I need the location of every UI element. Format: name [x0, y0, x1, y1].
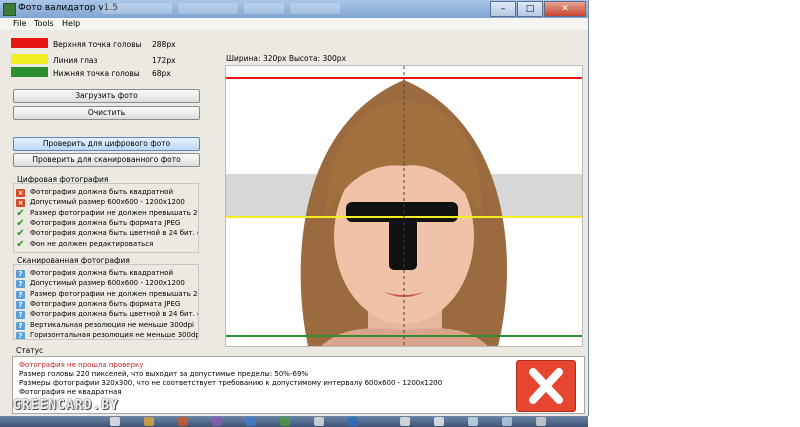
- taskbar-app-icon[interactable]: [110, 417, 120, 426]
- checklist-item-label: Допустимый размер 600x600 - 1200x1200: [30, 279, 185, 288]
- check-scanned-button[interactable]: Проверить для сканированного фото: [13, 153, 200, 167]
- scanned-checklist: ? Фотография должна быть квадратной? Допус…: [13, 264, 199, 340]
- checklist-item: ? Фотография должна быть формата JPEG: [16, 299, 180, 309]
- status-line: Фотография не квадратная: [19, 388, 122, 396]
- question-icon: ?: [16, 290, 25, 299]
- taskbar-app-icon[interactable]: [434, 417, 444, 426]
- checklist-item: × Допустимый размер 600x600 - 1200x1200: [16, 197, 185, 208]
- checklist-item: ? Вертикальная резолюция не меньше 300dpi: [16, 320, 194, 330]
- question-icon: ?: [16, 321, 25, 330]
- checklist-item-label: Фотография должна быть формата JPEG: [30, 299, 181, 308]
- menu-bar: File Tools Help: [0, 18, 588, 30]
- error-x-icon: [516, 360, 576, 412]
- checklist-item-label: Фотография должна быть квадратной: [30, 269, 174, 277]
- checklist-item-label: Горизонтальная резолюция не меньше 300dp…: [30, 330, 199, 339]
- background-tab: [244, 3, 284, 14]
- check-mark-icon: ✔: [16, 207, 25, 219]
- check-mark-icon: ✔: [16, 238, 25, 250]
- checklist-item: ✔ Размер фотографии не должен превышать 2…: [16, 207, 199, 219]
- digital-checklist: × Фотография должна быть квадратной × Допус…: [13, 183, 199, 253]
- fail-x-icon: ×: [16, 199, 25, 208]
- app-window: Фото валидатор v1.5 – □ ✕ File Tools Hel…: [0, 0, 589, 416]
- taskbar-app-icon[interactable]: [468, 417, 478, 426]
- menu-help[interactable]: Help: [62, 19, 80, 28]
- checklist-item-label: Фотография должна быть цветной в 24 бит.…: [30, 310, 198, 319]
- watermark-logo: GREENCARD.BY: [13, 398, 119, 413]
- status-line: Размер головы 220 пикселей, что выходит …: [19, 370, 309, 378]
- legend-swatch-eyes: [11, 54, 48, 64]
- load-photo-button[interactable]: Загрузить фото: [13, 89, 200, 103]
- checklist-item: × Фотография должна быть квадратной: [16, 187, 173, 197]
- legend-label-top: Верхняя точка головы: [53, 40, 142, 49]
- checklist-item-label: Допустимый размер 600x600 - 1200x1200: [30, 198, 185, 207]
- background-tab: [290, 3, 340, 14]
- taskbar-app-icon[interactable]: [400, 417, 410, 426]
- question-icon: ?: [16, 331, 25, 339]
- legend-swatch-bottom: [11, 67, 48, 77]
- redaction-stem: [389, 216, 417, 270]
- legend-label-eyes: Линия глаз: [53, 56, 98, 65]
- taskbar: [0, 416, 588, 427]
- question-icon: ?: [16, 311, 25, 320]
- checklist-item-label: Фотография должна быть формата JPEG: [30, 218, 181, 227]
- taskbar-app-icon[interactable]: [502, 417, 512, 426]
- checklist-item: ? Размер фотографии не должен превышать 2…: [16, 289, 199, 299]
- check-mark-icon: ✔: [16, 228, 25, 240]
- status-line: Размеры фотографии 320x300, что не соотв…: [19, 379, 443, 387]
- title-bar[interactable]: Фото валидатор v1.5 – □ ✕: [0, 0, 588, 18]
- taskbar-app-icon[interactable]: [144, 417, 154, 426]
- status-line: Фотография не прошла проверку: [19, 361, 144, 369]
- background-tab: [102, 3, 172, 14]
- checklist-item: ✔ Фон не должен редактироваться: [16, 239, 153, 249]
- taskbar-app-icon[interactable]: [178, 417, 188, 426]
- taskbar-app-icon[interactable]: [314, 417, 324, 426]
- status-label: Статус: [16, 346, 44, 355]
- taskbar-app-icon[interactable]: [212, 417, 222, 426]
- checklist-item-label: Размер фотографии не должен превышать 24…: [30, 208, 199, 217]
- question-icon: ?: [16, 300, 25, 309]
- background-tab: [178, 3, 238, 14]
- checklist-item: ✔ Фотография должна быть цветной в 24 бит…: [16, 228, 198, 240]
- checklist-item: ? Фотография должна быть квадратной: [16, 268, 173, 278]
- checklist-item: ? Допустимый размер 600x600 - 1200x1200: [16, 278, 185, 289]
- checklist-item: ? Фотография должна быть цветной в 24 бит…: [16, 309, 198, 320]
- legend-value-eyes: 172px: [152, 56, 176, 65]
- taskbar-app-icon[interactable]: [246, 417, 256, 426]
- maximize-button[interactable]: □: [517, 1, 543, 17]
- checklist-item: ? Горизонтальная резолюция не меньше 300d…: [16, 330, 199, 339]
- checklist-item-label: Фон не должен редактироваться: [30, 239, 154, 248]
- taskbar-app-icon[interactable]: [280, 417, 290, 426]
- taskbar-app-icon[interactable]: [348, 417, 358, 426]
- checklist-item-label: Фотография должна быть квадратной: [30, 188, 174, 196]
- minimize-button[interactable]: –: [490, 1, 516, 17]
- menu-tools[interactable]: Tools: [34, 19, 54, 28]
- checklist-item-label: Вертикальная резолюция не меньше 300dpi: [30, 320, 194, 329]
- clear-button[interactable]: Очистить: [13, 106, 200, 120]
- menu-file[interactable]: File: [13, 19, 26, 28]
- photo-canvas: [226, 66, 582, 346]
- legend-label-bottom: Нижняя точка головы: [53, 69, 140, 78]
- image-dimensions: Ширина: 320px Высота: 300px: [226, 54, 347, 63]
- photo-preview: [225, 65, 583, 347]
- close-button[interactable]: ✕: [544, 1, 586, 17]
- check-digital-button[interactable]: Проверить для цифрового фото: [13, 137, 200, 151]
- check-mark-icon: ✔: [16, 217, 25, 229]
- question-icon: ?: [16, 270, 25, 278]
- app-icon: [3, 3, 16, 16]
- checklist-item-label: Размер фотографии не должен превышать 24…: [30, 289, 199, 298]
- question-icon: ?: [16, 280, 25, 289]
- legend-value-top: 288px: [152, 40, 176, 49]
- checklist-item-label: Фотография должна быть цветной в 24 бит.…: [30, 229, 198, 238]
- legend-swatch-top: [11, 38, 48, 48]
- taskbar-app-icon[interactable]: [536, 417, 546, 426]
- legend-value-bottom: 68px: [152, 69, 171, 78]
- checklist-item: ✔ Фотография должна быть формата JPEG: [16, 218, 180, 228]
- fail-x-icon: ×: [16, 189, 25, 197]
